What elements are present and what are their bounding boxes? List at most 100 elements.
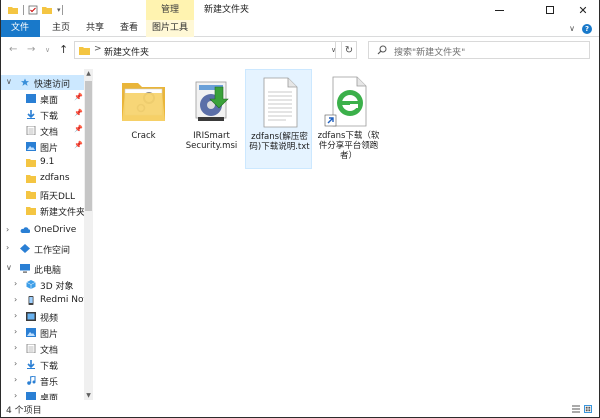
nav-item-downloads[interactable]: 下载 📌 — [0, 107, 93, 122]
pin-icon[interactable]: 📌 — [74, 141, 83, 149]
nav-item-label: 音乐 — [40, 378, 59, 388]
details-view-icon[interactable] — [572, 405, 580, 413]
file-item-crack[interactable]: Crack — [110, 69, 177, 169]
collapse-chevron-icon[interactable]: ∨ — [6, 263, 12, 272]
maximize-icon — [546, 6, 554, 14]
pin-icon[interactable]: 📌 — [74, 125, 83, 133]
large-icons-view-icon[interactable] — [584, 405, 592, 413]
tab-picture-tools[interactable]: 图片工具 — [146, 20, 194, 37]
expand-chevron-icon[interactable]: › — [14, 359, 17, 368]
nav-item-redmi-note[interactable]: › Redmi Note — [0, 293, 93, 308]
refresh-icon[interactable]: ↻ — [342, 41, 357, 59]
scroll-down-arrow-icon[interactable]: ▼ — [84, 392, 93, 399]
address-bar[interactable]: > 新建文件夹 — [74, 41, 336, 59]
star-icon — [20, 78, 30, 86]
nav-item-label: 文档 — [40, 128, 59, 138]
tab-share[interactable]: 共享 — [78, 20, 112, 37]
search-icon — [377, 45, 387, 55]
tab-view[interactable]: 查看 — [112, 20, 146, 37]
nav-item-music[interactable]: › 音乐 — [0, 373, 93, 388]
nav-item-folder-9-1[interactable]: 9.1 — [0, 155, 93, 170]
tab-home[interactable]: 主页 — [44, 20, 78, 37]
nav-item-quick-access[interactable]: ∨ 快速访问 — [0, 75, 93, 90]
pin-icon[interactable]: 📌 — [74, 109, 83, 117]
nav-item-3d-objects[interactable]: › 3D 对象 — [0, 277, 93, 292]
nav-item-label: 视频 — [40, 314, 59, 324]
properties-icon[interactable] — [28, 5, 38, 15]
close-button[interactable]: ✕ — [566, 0, 600, 20]
expand-chevron-icon[interactable]: › — [6, 243, 9, 252]
file-item-zdfans-shortcut[interactable]: zdfans下载（软件分享平台领跑者） — [315, 69, 382, 169]
nav-item-videos[interactable]: › 视频 — [0, 309, 93, 324]
computer-icon — [20, 264, 30, 273]
nav-item-pictures-pc[interactable]: › 图片 — [0, 325, 93, 340]
title-bar: ▾ 管理 新建文件夹 ✕ — [0, 0, 600, 20]
nav-item-documents[interactable]: 文档 📌 — [0, 123, 93, 138]
nav-item-label: 工作空间 — [34, 246, 71, 256]
folder-icon — [8, 7, 18, 14]
nav-item-this-pc[interactable]: ∨ 此电脑 — [0, 261, 93, 276]
file-name: zdfans下载（软件分享平台领跑者） — [317, 131, 380, 161]
customize-toolbar-chevron-icon[interactable]: ▾ — [57, 6, 61, 14]
pin-icon[interactable]: 📌 — [74, 93, 83, 101]
search-input[interactable]: 搜索"新建文件夹" — [368, 41, 590, 59]
nav-item-label: 桌面 — [40, 96, 59, 106]
toolbar-divider — [23, 5, 24, 15]
breadcrumb-separator[interactable]: > — [94, 44, 102, 54]
scrollbar-thumb[interactable] — [85, 81, 92, 211]
nav-item-downloads-pc[interactable]: › 下载 — [0, 357, 93, 372]
maximize-button[interactable] — [533, 0, 567, 20]
video-icon — [26, 312, 36, 321]
expand-chevron-icon[interactable]: › — [14, 375, 17, 384]
expand-chevron-icon[interactable]: › — [14, 391, 17, 400]
item-count: 4 个项目 — [6, 406, 42, 416]
status-bar: 4 个项目 — [0, 400, 600, 418]
expand-chevron-icon[interactable]: › — [14, 327, 17, 336]
navigation-pane: ∨ 快速访问 桌面 📌 下载 📌 文档 📌 图片 📌 9.1 zdfans 陌天… — [0, 69, 93, 400]
new-folder-icon[interactable] — [42, 5, 52, 15]
collapse-chevron-icon[interactable]: ∨ — [6, 77, 12, 86]
nav-item-label: 9.1 — [40, 157, 55, 167]
file-item-irismart-msi[interactable]: IRISmart Security.msi — [178, 69, 245, 169]
navigation-scrollbar[interactable]: ▲ ▼ — [84, 69, 93, 400]
nav-item-label: 下载 — [40, 112, 59, 122]
music-note-icon — [27, 376, 36, 385]
address-history-chevron-icon[interactable]: ∨ — [326, 41, 342, 59]
expand-chevron-icon[interactable]: › — [6, 225, 9, 234]
ribbon-tabs: 文件 主页 共享 查看 图片工具 ∨ ? — [0, 20, 600, 37]
nav-item-onedrive[interactable]: › OneDrive — [0, 223, 93, 238]
expand-chevron-icon[interactable]: › — [14, 343, 17, 352]
nav-item-workspace[interactable]: › 工作空间 — [0, 241, 93, 256]
nav-item-label: 下载 — [40, 362, 59, 372]
nav-item-label: 此电脑 — [34, 266, 62, 276]
tab-file[interactable]: 文件 — [0, 20, 40, 37]
folder-icon — [26, 207, 36, 215]
help-icon[interactable]: ? — [582, 23, 592, 34]
breadcrumb-current[interactable]: 新建文件夹 — [104, 45, 149, 58]
back-arrow-icon[interactable]: ← — [9, 44, 17, 55]
nav-item-desktop-pc[interactable]: › 桌面 — [0, 389, 93, 400]
expand-chevron-icon[interactable]: › — [14, 279, 17, 288]
nav-item-folder-zdfans[interactable]: zdfans — [0, 171, 93, 186]
cube-icon — [26, 280, 36, 289]
nav-item-pictures[interactable]: 图片 📌 — [0, 139, 93, 154]
nav-item-desktop[interactable]: 桌面 📌 — [0, 91, 93, 106]
minimize-button[interactable] — [482, 0, 516, 20]
expand-ribbon-chevron-icon[interactable]: ∨ — [569, 24, 575, 33]
up-arrow-icon[interactable]: ↑ — [59, 43, 68, 56]
nav-item-label: zdfans — [40, 173, 70, 183]
text-file-icon — [263, 77, 298, 128]
folder-icon — [26, 159, 36, 167]
nav-item-folder-new[interactable]: 新建文件夹 — [0, 203, 93, 218]
recent-locations-chevron-icon[interactable]: ∨ — [45, 46, 50, 54]
nav-item-folder-dll[interactable]: 陌天DLL — [0, 187, 93, 202]
search-placeholder: 搜索"新建文件夹" — [394, 48, 466, 58]
file-item-readme-txt[interactable]: zdfans(解压密码)下载说明.txt — [245, 69, 312, 169]
forward-arrow-icon[interactable]: → — [27, 44, 35, 55]
scroll-up-arrow-icon[interactable]: ▲ — [84, 70, 93, 77]
diamond-icon — [20, 244, 30, 253]
nav-item-documents-pc[interactable]: › 文档 — [0, 341, 93, 356]
expand-chevron-icon[interactable]: › — [14, 311, 17, 320]
expand-chevron-icon[interactable]: › — [14, 295, 17, 304]
file-list: Crack IRISmart Security.msi zdfans(解压密码)… — [93, 63, 600, 400]
